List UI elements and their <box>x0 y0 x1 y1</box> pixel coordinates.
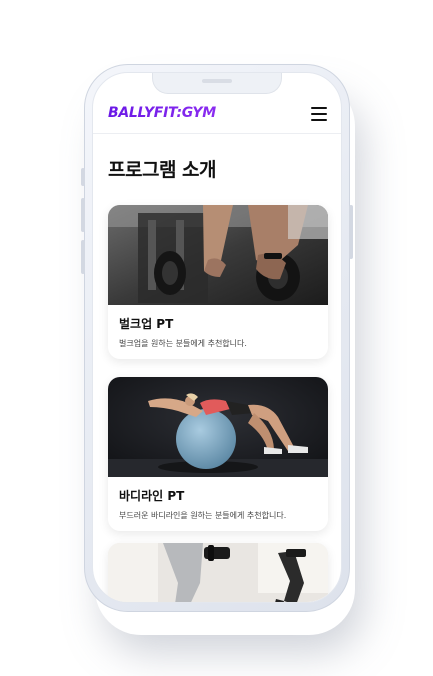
phone-power-button <box>349 205 353 259</box>
program-card-bulkup[interactable]: 벌크업 PT 벌크업을 원하는 분들에게 추천합니다. <box>108 205 328 359</box>
main-content: 프로그램 소개 벌크업 PT 벌크업을 원하는 분들에게 추천합니다. 바디라인… <box>108 133 328 602</box>
phone-screen: BALLYFIT:GYM 프로그램 소개 벌크업 PT 벌크업을 원하는 분들에… <box>92 72 342 603</box>
bulkup-photo <box>108 205 328 305</box>
program-description: 벌크업을 원하는 분들에게 추천합니다. <box>119 339 247 348</box>
phone-volume-up <box>81 198 85 232</box>
program-description: 부드러운 바디라인을 원하는 분들에게 추천합니다. <box>119 511 287 520</box>
phone-notch <box>152 73 282 94</box>
program-title: 바디라인 PT <box>119 489 185 503</box>
program-card-bodyline[interactable]: 바디라인 PT 부드러운 바디라인을 원하는 분들에게 추천합니다. <box>108 377 328 531</box>
bodyline-photo <box>108 377 328 477</box>
phone-volume-down <box>81 240 85 274</box>
card-body: 바디라인 PT 부드러운 바디라인을 원하는 분들에게 추천합니다. <box>108 477 328 531</box>
brand-logo[interactable]: BALLYFIT:GYM <box>108 105 216 121</box>
program-card-third[interactable] <box>108 543 328 602</box>
hamburger-menu-icon[interactable] <box>311 107 327 122</box>
app-header: BALLYFIT:GYM <box>93 103 341 134</box>
speaker-grille <box>202 79 232 83</box>
program-title: 벌크업 PT <box>119 317 174 331</box>
card-body: 벌크업 PT 벌크업을 원하는 분들에게 추천합니다. <box>108 305 328 359</box>
third-program-photo <box>108 543 328 602</box>
phone-mute-switch <box>81 168 85 186</box>
page-title: 프로그램 소개 <box>108 159 217 181</box>
